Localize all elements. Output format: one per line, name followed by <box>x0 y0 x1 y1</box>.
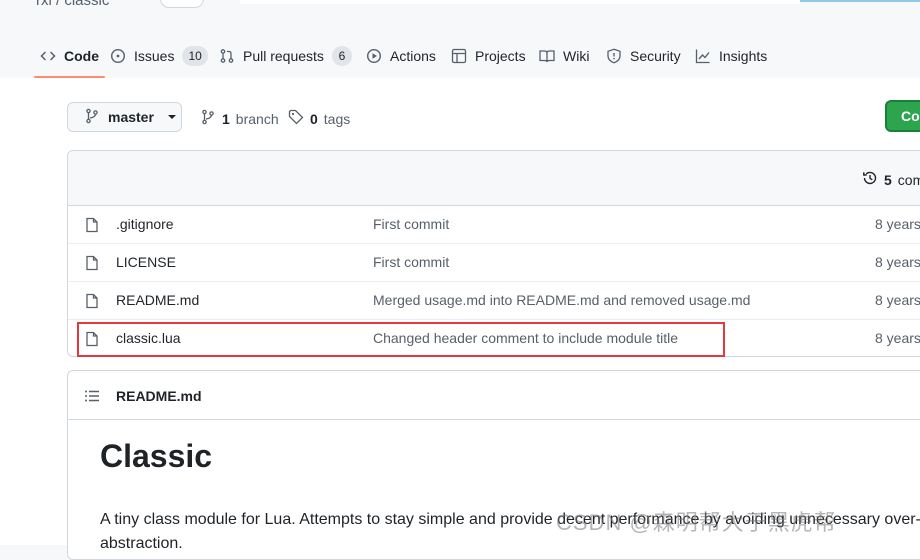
commits-link[interactable]: 5 commits <box>862 170 920 189</box>
tab-security[interactable]: Security <box>606 36 681 76</box>
header-accent-line <box>800 0 920 2</box>
commit-count-label: commits <box>897 171 920 188</box>
tab-actions[interactable]: Actions <box>366 36 436 76</box>
issue-opened-icon <box>110 48 126 64</box>
tag-icon <box>288 109 304 128</box>
code-icon <box>40 48 56 64</box>
commit-message-link[interactable]: Merged usage.md into README.md and remov… <box>373 292 750 308</box>
readme-header: README.md <box>68 371 920 420</box>
git-pull-request-icon <box>219 48 235 64</box>
visibility-badge <box>160 0 204 8</box>
watermark: CSDN @森明帮大于黑虎帮 <box>556 510 837 535</box>
tab-label: Wiki <box>563 48 590 64</box>
code-dropdown-button[interactable]: Code <box>885 100 920 132</box>
tab-pull-requests[interactable]: Pull requests 6 <box>219 36 352 76</box>
tag-count-label: tags <box>323 110 351 127</box>
branches-link[interactable]: 1 branch <box>200 109 279 128</box>
book-icon <box>539 48 555 64</box>
graph-icon <box>695 48 711 64</box>
commit-message-link[interactable]: First commit <box>373 254 449 270</box>
file-icon <box>84 255 100 271</box>
commit-count: 5 <box>884 171 892 188</box>
play-icon <box>366 48 382 64</box>
file-row[interactable]: LICENSE First commit 8 years ago <box>68 244 920 282</box>
branch-count-label: branch <box>235 110 279 127</box>
tab-label: Actions <box>390 48 436 64</box>
file-name-link[interactable]: classic.lua <box>116 330 181 346</box>
commit-age: 8 years ago <box>875 254 920 270</box>
file-row[interactable]: classic.lua Changed header comment to in… <box>68 320 920 356</box>
readme-title: README.md <box>116 388 202 404</box>
tab-code[interactable]: Code <box>34 36 105 78</box>
pull-requests-count-badge: 6 <box>331 46 352 66</box>
branch-select-button[interactable]: master <box>67 102 182 132</box>
shield-icon <box>606 48 622 64</box>
branch-count: 1 <box>222 110 230 127</box>
tab-projects[interactable]: Projects <box>451 36 526 76</box>
tab-issues[interactable]: Issues 10 <box>110 36 208 76</box>
file-icon <box>84 331 100 347</box>
table-icon <box>451 48 467 64</box>
repo-main: master 1 branch 0 tags Code 5 commits .g… <box>0 78 920 560</box>
file-name-link[interactable]: .gitignore <box>116 216 174 232</box>
tab-label: Projects <box>475 48 526 64</box>
tag-count: 0 <box>310 110 318 127</box>
commit-age: 8 years ago <box>875 292 920 308</box>
file-name-link[interactable]: README.md <box>116 292 199 308</box>
file-row[interactable]: README.md Merged usage.md into README.md… <box>68 282 920 320</box>
repo-breadcrumb[interactable]: rxi / classic <box>36 0 109 9</box>
commit-age: 8 years ago <box>875 330 920 346</box>
header-strip <box>240 0 800 4</box>
tags-link[interactable]: 0 tags <box>288 109 350 128</box>
tab-label: Insights <box>719 48 768 64</box>
tab-wiki[interactable]: Wiki <box>539 36 589 76</box>
git-branch-icon <box>84 108 100 127</box>
commit-age: 8 years ago <box>875 216 920 232</box>
tab-insights[interactable]: Insights <box>695 36 767 76</box>
top-fragment: rxi / classic <box>0 0 920 10</box>
tab-label: Pull requests <box>243 48 324 64</box>
file-icon <box>84 217 100 233</box>
latest-commit-bar: 5 commits <box>68 151 920 206</box>
readme-heading: Classic <box>100 438 213 474</box>
commit-message-link[interactable]: First commit <box>373 216 449 232</box>
file-name-link[interactable]: LICENSE <box>116 254 176 270</box>
history-icon <box>862 170 878 189</box>
file-icon <box>84 293 100 309</box>
issues-count-badge: 10 <box>182 46 208 66</box>
tab-label: Issues <box>134 48 175 64</box>
file-list: 5 commits .gitignore First commit 8 year… <box>67 150 920 357</box>
tab-label: Code <box>64 48 99 64</box>
tab-label: Security <box>630 48 681 64</box>
git-branch-icon <box>200 109 216 128</box>
file-row[interactable]: .gitignore First commit 8 years ago <box>68 206 920 244</box>
commit-message-link[interactable]: Changed header comment to include module… <box>373 330 678 346</box>
branch-name: master <box>108 109 154 125</box>
repo-tabs: Code Issues 10 Pull requests 6 Actions P… <box>0 36 920 79</box>
chevron-down-icon <box>167 115 176 119</box>
